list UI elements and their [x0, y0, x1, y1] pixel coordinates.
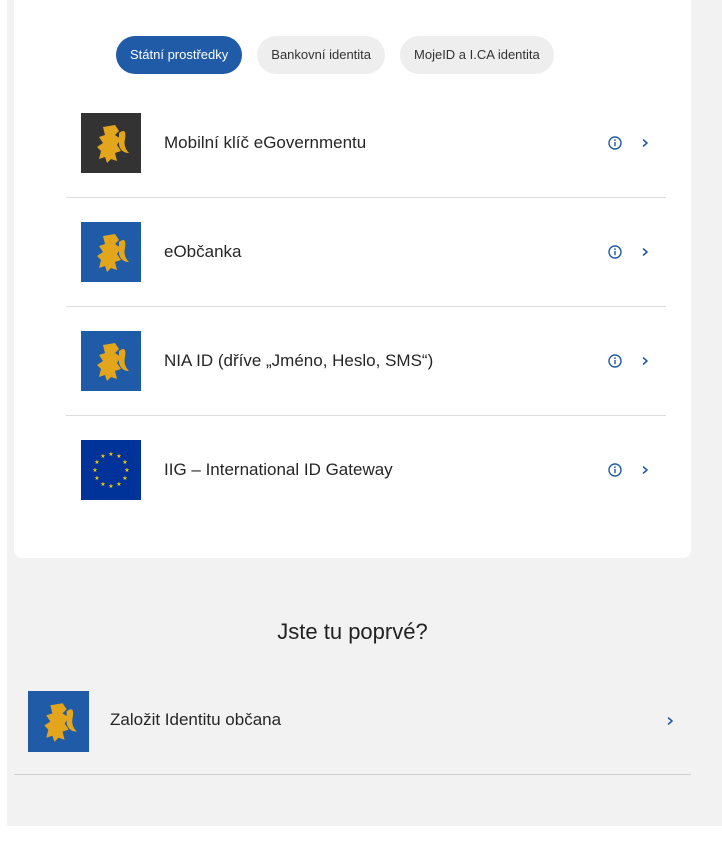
- svg-text:★: ★: [94, 459, 99, 466]
- create-identity-row[interactable]: Založit Identitu občana: [14, 678, 691, 775]
- svg-text:★: ★: [116, 481, 121, 488]
- method-label: NIA ID (dříve „Jméno, Heslo, SMS“): [164, 351, 434, 370]
- method-label: Mobilní klíč eGovernmentu: [164, 133, 367, 152]
- svg-text:★: ★: [122, 459, 127, 466]
- method-label: IIG – International ID Gateway: [164, 460, 393, 479]
- page: Státní prostředky Bankovní identita Moje…: [0, 0, 722, 851]
- tab-mojeid-ica[interactable]: MojeID a I.CA identita: [400, 36, 554, 74]
- svg-text:★: ★: [108, 451, 113, 458]
- czech-lion-dark-logo-icon: [81, 113, 141, 173]
- method-row-mobile-key[interactable]: Mobilní klíč eGovernmentu: [66, 89, 666, 198]
- svg-text:★: ★: [124, 467, 129, 474]
- tab-bank-identity[interactable]: Bankovní identita: [257, 36, 386, 74]
- svg-text:★: ★: [100, 453, 105, 460]
- method-row-iig[interactable]: ★ ★ ★ ★ ★ ★ ★ ★ ★ ★ ★ ★ IIG – Internatio: [66, 416, 666, 524]
- tab-bar: Státní prostředky Bankovní identita Moje…: [116, 36, 554, 74]
- chevron-right-icon[interactable]: [665, 716, 675, 726]
- tab-state-means[interactable]: Státní prostředky: [116, 36, 243, 74]
- methods-list: Mobilní klíč eGovernmentu eObčanka NIA I…: [66, 89, 666, 524]
- info-icon[interactable]: [608, 463, 622, 477]
- first-time-heading: Jste tu poprvé?: [277, 619, 428, 644]
- chevron-right-icon[interactable]: [640, 247, 650, 257]
- info-icon[interactable]: [608, 354, 622, 368]
- chevron-right-icon[interactable]: [640, 138, 650, 148]
- czech-lion-blue-logo-icon: [28, 691, 89, 752]
- czech-lion-blue-logo-icon: [81, 222, 141, 282]
- svg-text:★: ★: [108, 483, 113, 490]
- eu-flag-logo-icon: ★ ★ ★ ★ ★ ★ ★ ★ ★ ★ ★ ★: [81, 440, 141, 500]
- svg-text:★: ★: [100, 481, 105, 488]
- svg-text:★: ★: [116, 453, 121, 460]
- method-label: eObčanka: [164, 242, 242, 261]
- svg-text:★: ★: [92, 467, 97, 474]
- svg-text:★: ★: [122, 475, 127, 482]
- czech-lion-blue-logo-icon: [81, 331, 141, 391]
- chevron-right-icon[interactable]: [640, 356, 650, 366]
- method-row-nia-id[interactable]: NIA ID (dříve „Jméno, Heslo, SMS“): [66, 307, 666, 416]
- chevron-right-icon[interactable]: [640, 465, 650, 475]
- create-identity-label: Založit Identitu občana: [110, 710, 282, 729]
- method-row-eobcanka[interactable]: eObčanka: [66, 198, 666, 307]
- svg-text:★: ★: [94, 475, 99, 482]
- login-methods-card: Státní prostředky Bankovní identita Moje…: [14, 0, 691, 558]
- info-icon[interactable]: [608, 136, 622, 150]
- info-icon[interactable]: [608, 245, 622, 259]
